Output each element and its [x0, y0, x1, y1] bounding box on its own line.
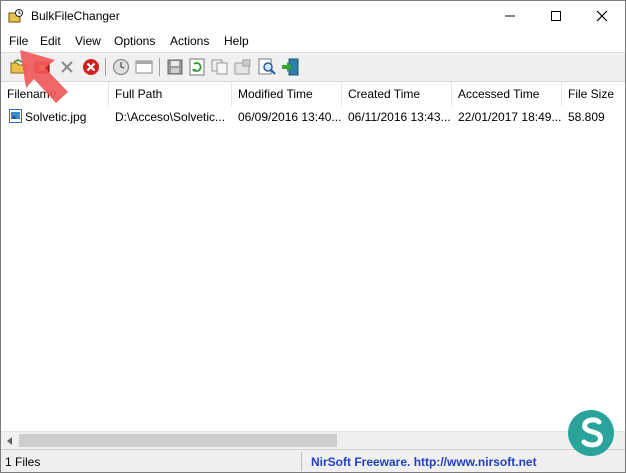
close-button[interactable] [579, 1, 625, 31]
open-folder-icon[interactable] [9, 57, 29, 77]
column-header-created-time[interactable]: Created Time [342, 82, 452, 106]
window-title: BulkFileChanger [31, 9, 120, 23]
file-list[interactable]: Filename Full Path Modified Time Created… [1, 81, 625, 432]
menu-file[interactable]: File [9, 34, 28, 48]
find-icon[interactable] [257, 57, 277, 77]
column-header-filename[interactable]: Filename [1, 82, 109, 106]
watermark-logo-icon [568, 410, 614, 456]
column-header-file-size[interactable]: File Size [562, 82, 625, 106]
column-header-modified-time[interactable]: Modified Time [232, 82, 342, 106]
properties-icon[interactable] [233, 57, 253, 77]
cell-file-size: 58.809 [568, 110, 605, 124]
app-icon [8, 8, 24, 24]
cell-created-time: 06/11/2016 13:43... [348, 110, 451, 124]
cell-modified-time: 06/09/2016 13:40... [238, 110, 342, 124]
menu-edit[interactable]: Edit [40, 34, 61, 48]
scroll-left-arrow-icon[interactable] [1, 432, 18, 449]
change-time-icon[interactable] [111, 57, 131, 77]
refresh-icon[interactable] [187, 57, 207, 77]
cell-full-path: D:\Acceso\Solvetic... [115, 110, 226, 124]
column-header-full-path[interactable]: Full Path [109, 82, 232, 106]
menu-help[interactable]: Help [224, 34, 249, 48]
menu-bar: File Edit View Options Actions Help [1, 31, 625, 51]
clear-icon[interactable] [81, 57, 101, 77]
minimize-button[interactable] [487, 1, 533, 31]
app-window: BulkFileChanger File Edit View Options A… [0, 0, 626, 473]
cell-filename: Solvetic.jpg [25, 110, 87, 124]
column-header-accessed-time[interactable]: Accessed Time [452, 82, 562, 106]
cell-accessed-time: 22/01/2017 18:49... [458, 110, 562, 124]
remove-icon[interactable] [57, 57, 77, 77]
jpg-file-icon [9, 109, 22, 123]
copy-icon[interactable] [210, 57, 230, 77]
add-files-icon[interactable] [33, 57, 53, 77]
status-file-count: 1 Files [5, 455, 41, 469]
horizontal-scrollbar[interactable] [1, 431, 625, 449]
toolbar-separator [105, 58, 106, 76]
properties-window-icon[interactable] [134, 57, 154, 77]
maximize-button[interactable] [533, 1, 579, 31]
scroll-thumb[interactable] [19, 434, 337, 447]
menu-actions[interactable]: Actions [170, 34, 209, 48]
save-icon[interactable] [165, 57, 185, 77]
status-bar: 1 Files NirSoft Freeware. http://www.nir… [1, 449, 625, 472]
status-divider [301, 452, 302, 471]
title-bar[interactable]: BulkFileChanger [1, 1, 625, 31]
toolbar [1, 52, 625, 81]
status-credit-link[interactable]: NirSoft Freeware. http://www.nirsoft.net [311, 455, 537, 469]
toolbar-separator [159, 58, 160, 76]
exit-icon[interactable] [280, 57, 300, 77]
menu-options[interactable]: Options [114, 34, 155, 48]
menu-view[interactable]: View [75, 34, 101, 48]
